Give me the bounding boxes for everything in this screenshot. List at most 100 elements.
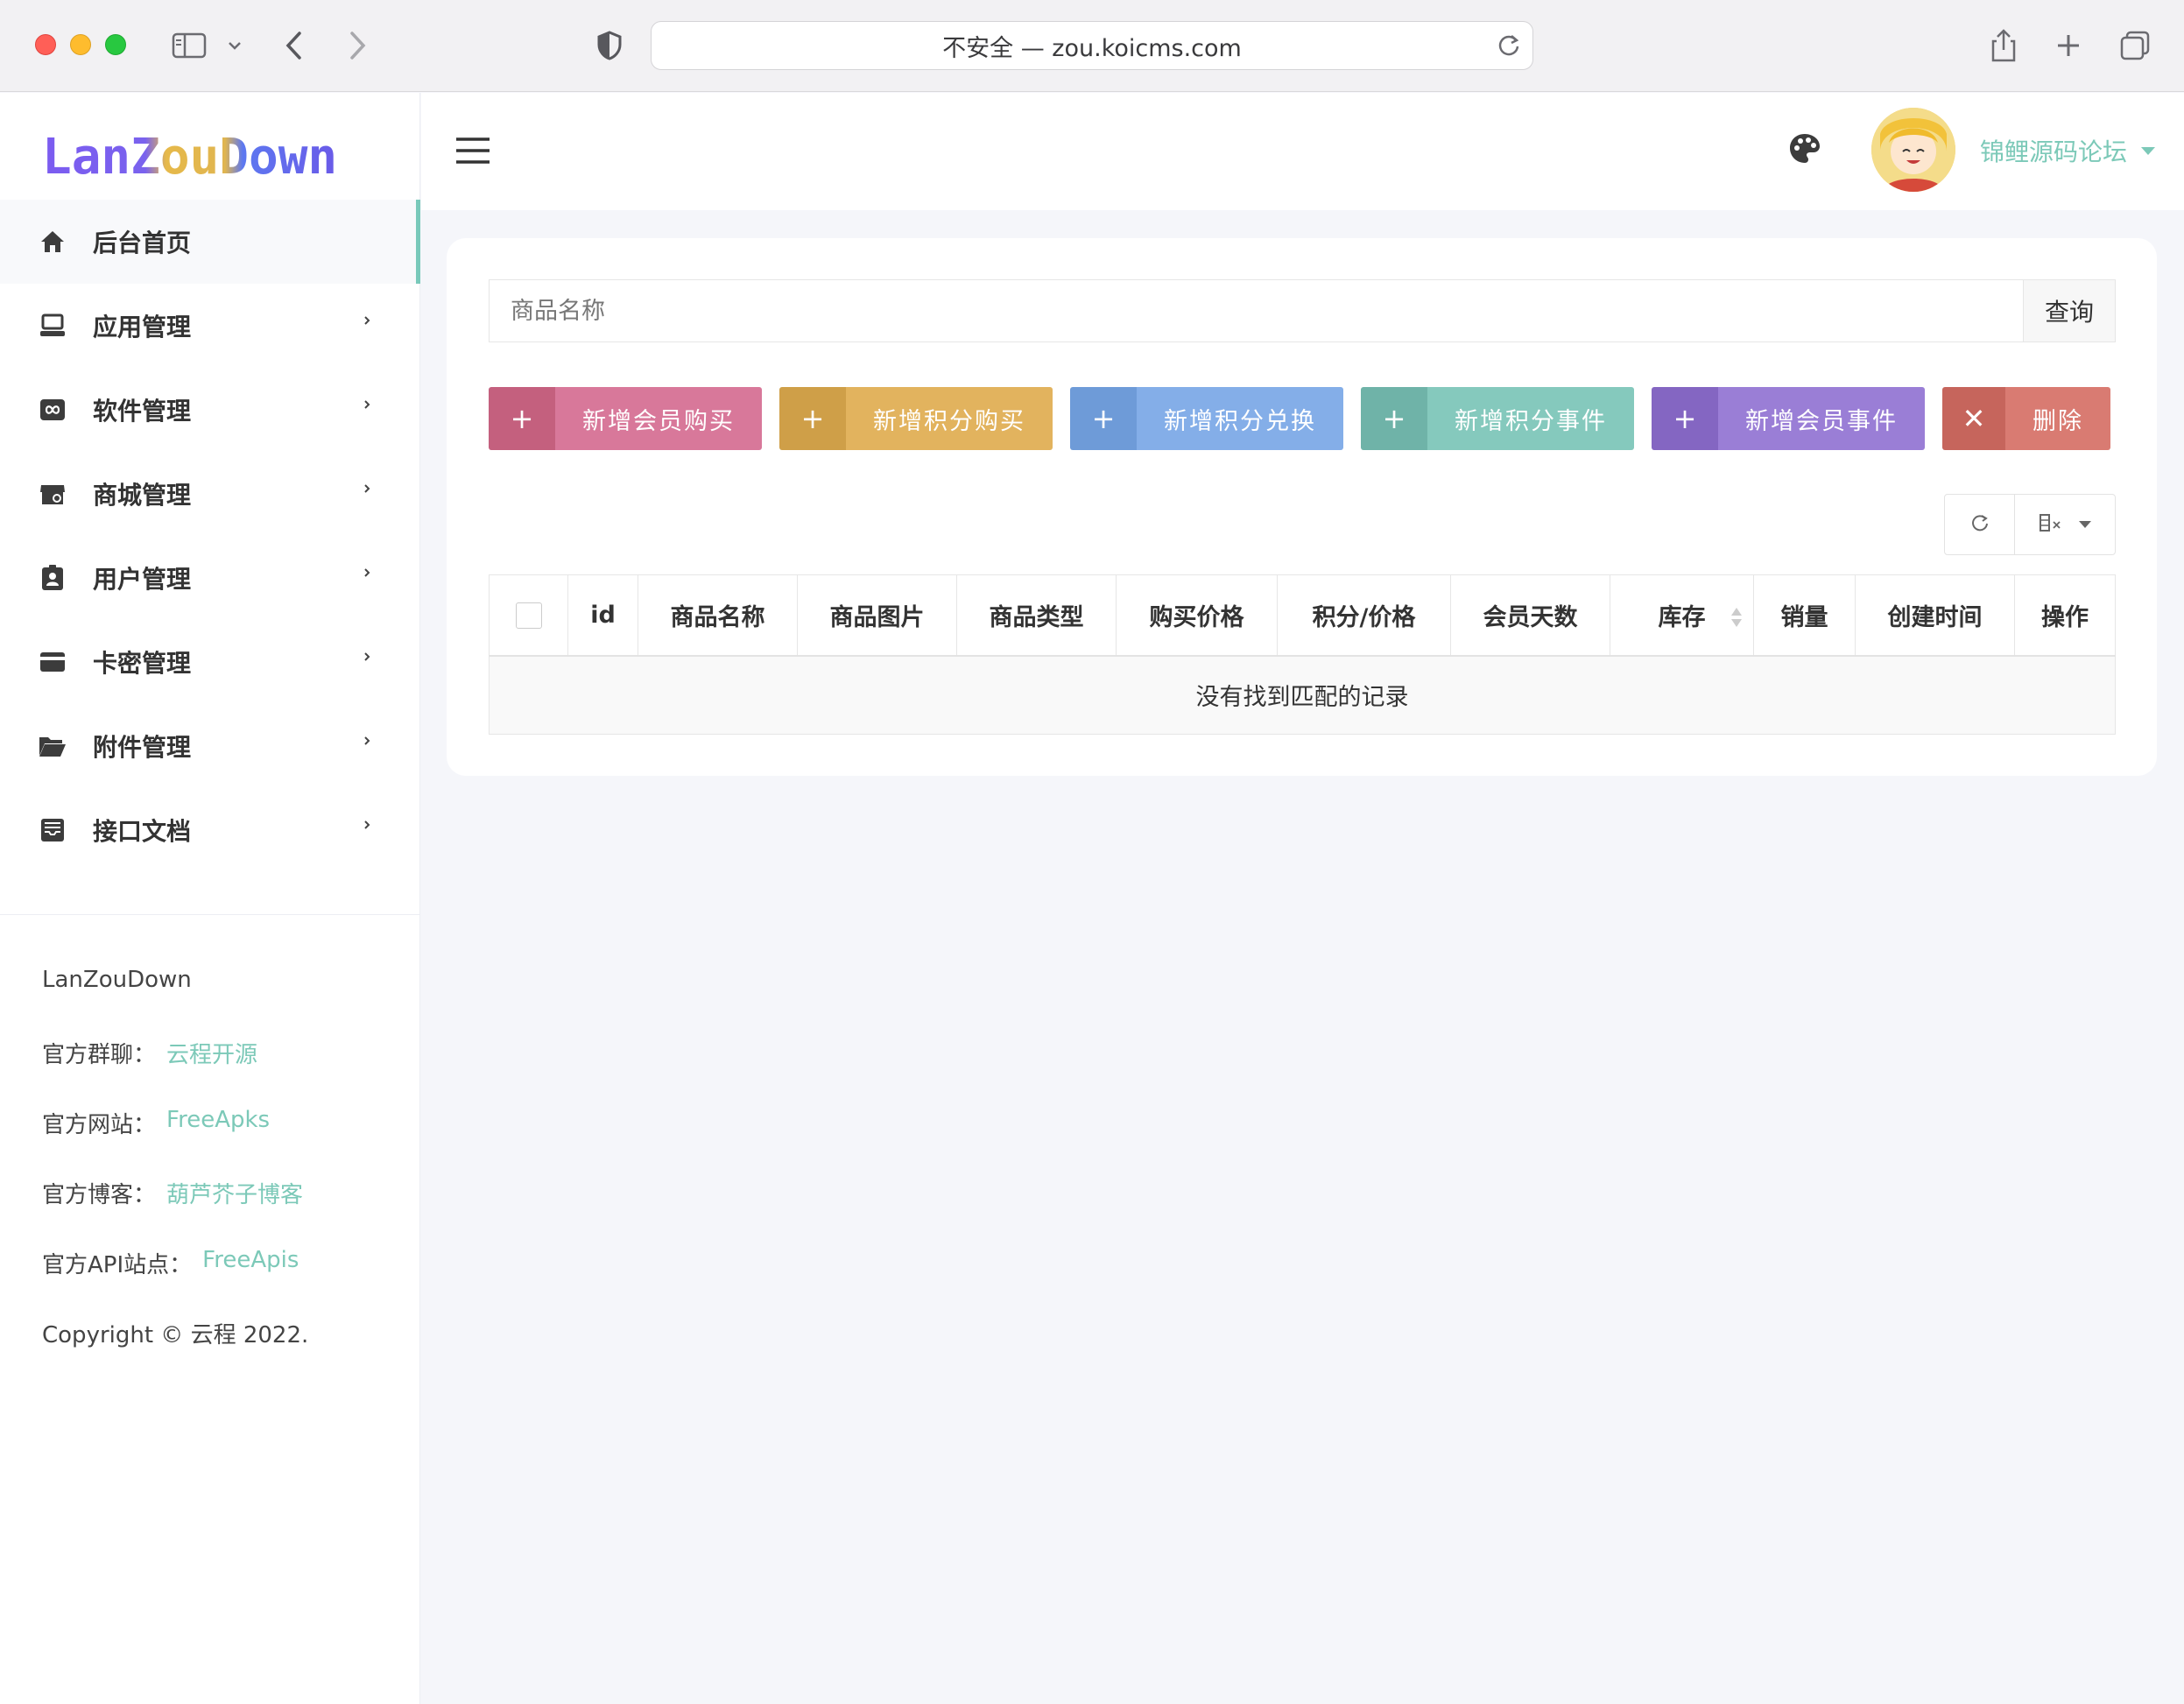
table-toolbar xyxy=(1944,494,2116,555)
url-text: 不安全 — zou.koicms.com xyxy=(942,34,1242,62)
logo-text: LanZouDown xyxy=(42,129,337,186)
browser-chrome: 不安全 — zou.koicms.com xyxy=(0,0,2184,92)
share-icon[interactable] xyxy=(1986,23,2021,68)
refresh-icon xyxy=(1970,513,1990,536)
back-icon[interactable] xyxy=(278,23,310,68)
footer-blog-link[interactable]: 葫芦芥子博客 xyxy=(166,1177,303,1209)
chevron-right-icon xyxy=(363,650,371,666)
chevron-right-icon xyxy=(363,398,371,414)
column-header[interactable]: 购买价格 xyxy=(1116,574,1278,657)
add-member-purchase-button[interactable]: + 新增会员购买 xyxy=(489,387,762,450)
select-all-header xyxy=(489,574,568,657)
chevron-right-icon xyxy=(363,482,371,498)
maximize-window-button[interactable] xyxy=(105,34,126,55)
column-header[interactable]: 销量 xyxy=(1753,574,1856,657)
add-points-exchange-button[interactable]: + 新增积分兑换 xyxy=(1070,387,1343,450)
sidebar-item-label: 商城管理 xyxy=(93,481,192,510)
infinity-icon xyxy=(39,396,67,424)
columns-toggle-button[interactable] xyxy=(2015,495,2115,554)
sidebar-item-shop[interactable]: 商城管理 xyxy=(0,452,420,536)
sidebar-footer: LanZouDown 官方群聊： 云程开源 官方网站： FreeApks 官方博… xyxy=(42,967,308,1387)
footer-api-label: 官方API站点： xyxy=(42,1252,193,1278)
columns-icon xyxy=(2039,513,2063,536)
add-member-event-button[interactable]: + 新增会员事件 xyxy=(1652,387,1925,450)
empty-state-text: 没有找到匹配的记录 xyxy=(489,655,2116,735)
footer-group-link[interactable]: 云程开源 xyxy=(166,1037,257,1069)
plus-icon: + xyxy=(1070,387,1137,450)
sidebar-item-label: 接口文档 xyxy=(93,817,192,846)
delete-button[interactable]: ✕ 删除 xyxy=(1942,387,2110,450)
card-icon xyxy=(39,648,67,676)
column-header[interactable]: 商品名称 xyxy=(638,574,798,657)
caret-down-icon xyxy=(2079,521,2091,528)
plus-icon: + xyxy=(489,387,555,450)
footer-site-row: 官方网站： FreeApks xyxy=(42,1107,308,1177)
sidebar-item-software[interactable]: 软件管理 xyxy=(0,368,420,452)
select-all-checkbox[interactable] xyxy=(515,602,542,629)
tab-overview-icon[interactable] xyxy=(2117,23,2152,68)
column-header[interactable]: 商品类型 xyxy=(956,574,1117,657)
chevron-right-icon xyxy=(363,734,371,750)
sidebar-item-label: 应用管理 xyxy=(93,313,192,342)
add-points-purchase-button[interactable]: + 新增积分购买 xyxy=(779,387,1053,450)
footer-api-link[interactable]: FreeApis xyxy=(202,1247,299,1273)
chevron-right-icon xyxy=(363,313,371,330)
sidebar: LanZouDown 后台首页 应用管理 软件管理 商城管理 用户管理 卡密管理… xyxy=(0,93,420,1704)
sidebar-toggle-icon[interactable] xyxy=(168,23,210,68)
id-badge-icon xyxy=(39,564,67,592)
chevron-right-icon xyxy=(363,818,371,834)
user-menu[interactable]: 锦鲤源码论坛 xyxy=(1980,133,2156,168)
action-label: 新增积分兑换 xyxy=(1137,387,1343,450)
footer-group-label: 官方群聊： xyxy=(42,1042,157,1068)
privacy-shield-icon[interactable] xyxy=(594,23,625,68)
search-button[interactable]: 查询 xyxy=(2023,279,2116,342)
refresh-button[interactable] xyxy=(1945,495,2015,554)
action-label: 新增会员事件 xyxy=(1718,387,1925,450)
footer-site-link[interactable]: FreeApks xyxy=(166,1107,270,1133)
sidebar-item-label: 附件管理 xyxy=(93,733,192,762)
reload-icon[interactable] xyxy=(1496,32,1522,65)
chevron-right-icon xyxy=(363,566,371,582)
sidebar-item-cards[interactable]: 卡密管理 xyxy=(0,620,420,704)
column-header[interactable]: 创建时间 xyxy=(1855,574,2015,657)
chevron-down-icon[interactable] xyxy=(224,23,245,68)
sidebar-item-label: 后台首页 xyxy=(93,229,192,257)
sort-icon[interactable] xyxy=(1730,607,1743,634)
avatar[interactable] xyxy=(1871,108,1955,192)
new-tab-icon[interactable] xyxy=(2051,23,2086,68)
close-window-button[interactable] xyxy=(35,34,56,55)
column-header[interactable]: id xyxy=(567,574,638,657)
footer-blog-label: 官方博客： xyxy=(42,1182,157,1208)
logo[interactable]: LanZouDown xyxy=(42,126,379,186)
home-icon xyxy=(39,228,67,256)
theme-palette-icon[interactable] xyxy=(1787,131,1822,170)
footer-site-label: 官方网站： xyxy=(42,1112,157,1138)
menu-toggle-icon[interactable] xyxy=(454,137,491,168)
sidebar-menu: 后台首页 应用管理 软件管理 商城管理 用户管理 卡密管理 附件管理 接口文档 xyxy=(0,200,420,872)
search-form: 查询 xyxy=(489,279,2116,342)
close-icon: ✕ xyxy=(1942,387,2005,450)
table-header-row: id 商品名称 商品图片 商品类型 购买价格 积分/价格 会员天数 库存 销量 … xyxy=(489,574,2116,657)
laptop-icon xyxy=(39,312,67,340)
products-table: id 商品名称 商品图片 商品类型 购买价格 积分/价格 会员天数 库存 销量 … xyxy=(489,574,2116,735)
forward-icon[interactable] xyxy=(342,23,373,68)
column-header[interactable]: 会员天数 xyxy=(1450,574,1610,657)
footer-group-row: 官方群聊： 云程开源 xyxy=(42,1037,308,1107)
minimize-window-button[interactable] xyxy=(70,34,91,55)
sidebar-item-users[interactable]: 用户管理 xyxy=(0,536,420,620)
sidebar-item-api-docs[interactable]: 接口文档 xyxy=(0,788,420,872)
column-header-label: 库存 xyxy=(1658,603,1706,631)
inbox-icon xyxy=(39,816,67,844)
column-header[interactable]: 积分/价格 xyxy=(1277,574,1451,657)
sortable-column-header[interactable]: 库存 xyxy=(1610,574,1754,657)
content-card: 查询 + 新增会员购买 + 新增积分购买 + 新增积分兑换 + 新增积分事件 +… xyxy=(447,238,2157,776)
column-header[interactable]: 操作 xyxy=(2014,574,2116,657)
address-bar[interactable]: 不安全 — zou.koicms.com xyxy=(651,21,1533,70)
sidebar-item-attachments[interactable]: 附件管理 xyxy=(0,704,420,788)
product-name-search-input[interactable] xyxy=(489,279,2023,342)
column-header[interactable]: 商品图片 xyxy=(797,574,957,657)
username-label: 锦鲤源码论坛 xyxy=(1980,137,2128,166)
sidebar-item-apps[interactable]: 应用管理 xyxy=(0,284,420,368)
add-points-event-button[interactable]: + 新增积分事件 xyxy=(1361,387,1634,450)
sidebar-item-dashboard[interactable]: 后台首页 xyxy=(0,200,420,284)
